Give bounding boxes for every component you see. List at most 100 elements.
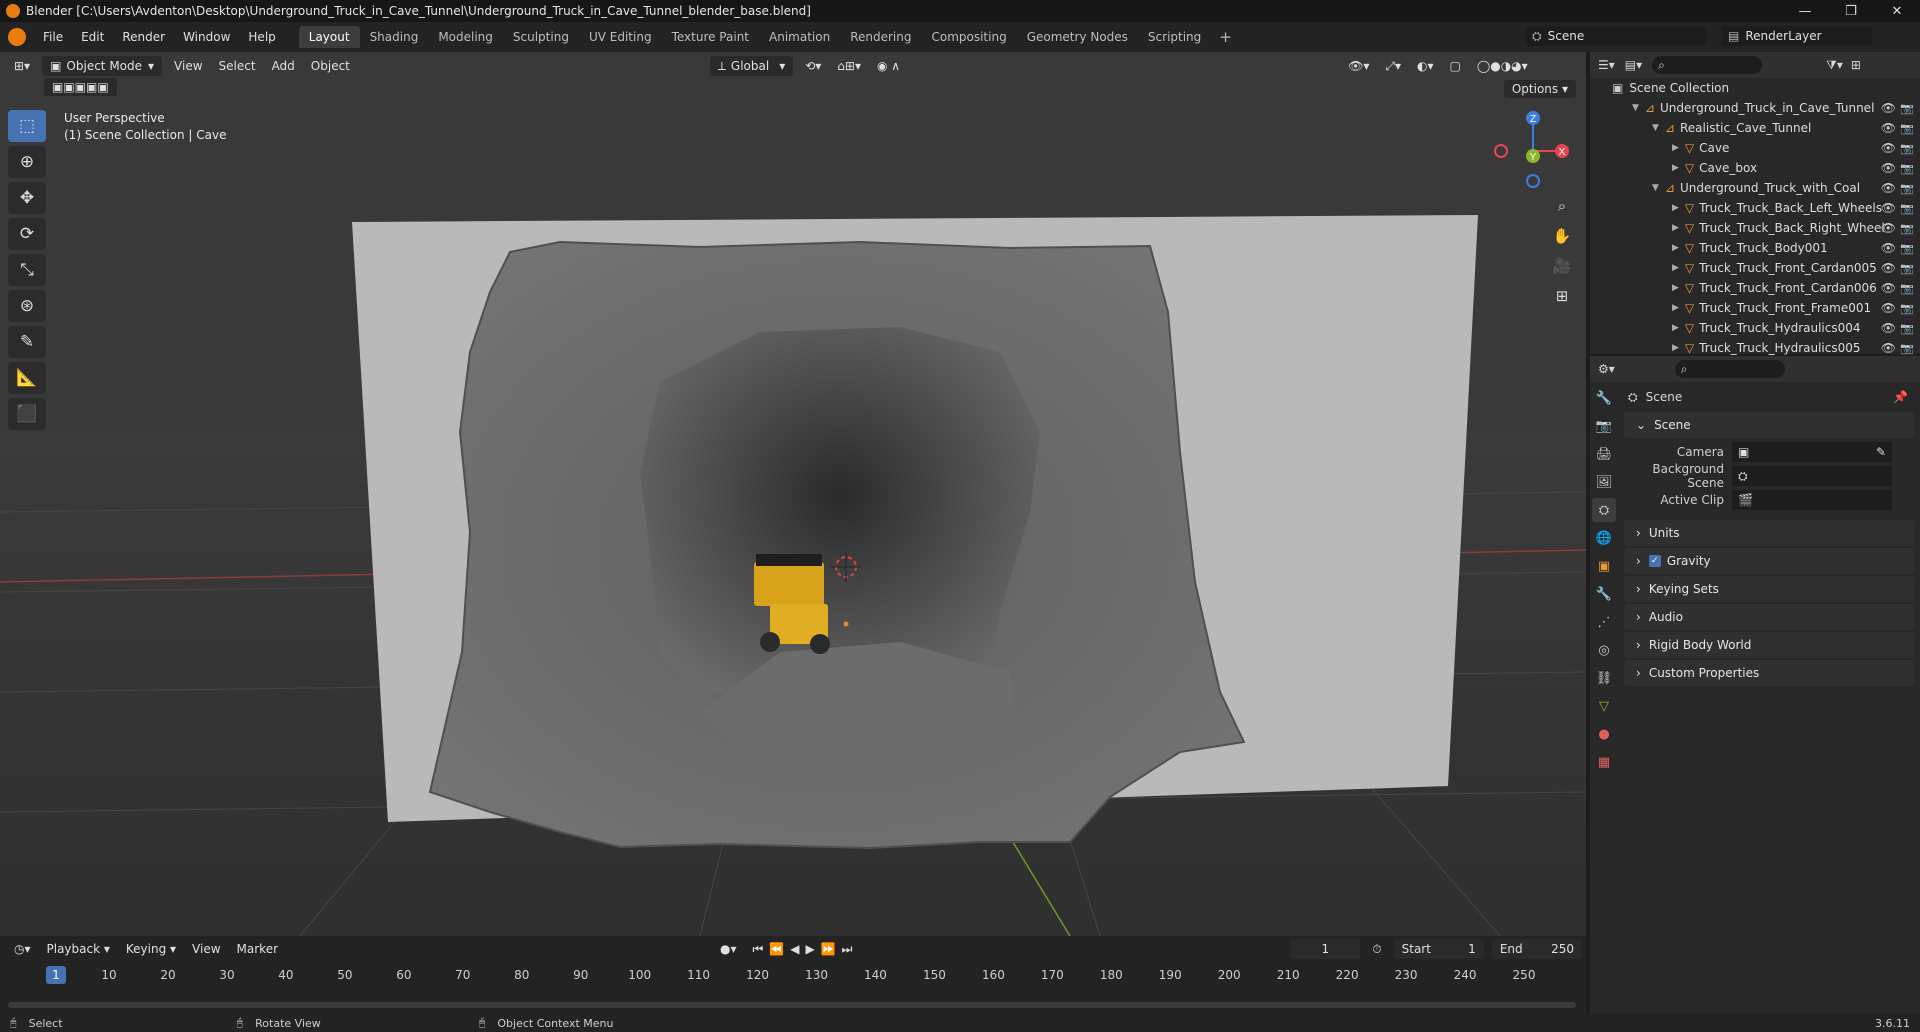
current-frame-field[interactable]: 1	[1290, 939, 1361, 959]
properties-search-input[interactable]: ⌕	[1674, 360, 1785, 378]
render-camera-icon[interactable]: 📷	[1900, 162, 1914, 175]
timeline-ruler[interactable]: 1 10 20 30 40 50 60 70 80 90 100 110 120 130 140 150 160…	[0, 966, 1586, 986]
render-camera-icon[interactable]: 📷	[1900, 322, 1914, 335]
ortho-grid-icon[interactable]: ⊞	[1548, 282, 1576, 310]
transform-tool-icon[interactable]: ⊛	[8, 290, 46, 322]
eye-icon[interactable]: 👁	[1881, 181, 1896, 195]
expand-down-icon[interactable]: ▼	[1652, 183, 1659, 193]
gizmo-neg-z-icon[interactable]	[1526, 174, 1540, 188]
measure-tool-icon[interactable]: 📐	[8, 362, 46, 394]
navigation-gizmo[interactable]: Z X Y	[1488, 106, 1578, 196]
maximize-button[interactable]: ❐	[1828, 0, 1874, 22]
menu-file[interactable]: File	[34, 30, 72, 44]
mode-dropdown[interactable]: ▣ Object Mode ▾	[42, 56, 163, 76]
tool-tab-icon[interactable]: 🔧	[1592, 386, 1616, 410]
menu-object[interactable]: Object	[303, 56, 358, 76]
keying-sets-panel-header[interactable]: › Keying Sets	[1624, 576, 1914, 602]
outliner-editor-type-icon[interactable]: ☰▾	[1598, 58, 1615, 72]
menu-view[interactable]: View	[166, 56, 210, 76]
pivot-point-icon[interactable]: ⟲▾	[797, 56, 829, 76]
menu-edit[interactable]: Edit	[72, 30, 113, 44]
editor-type-icon[interactable]: ⊞▾	[6, 56, 38, 76]
shading-modes-icon[interactable]: ◯●◑◕▾	[1469, 56, 1536, 76]
expand-right-icon[interactable]: ▶	[1672, 323, 1679, 333]
outliner-object-row[interactable]: ▶ ▽ Truck_Truck_Hydraulics005 👁 📷	[1590, 338, 1920, 358]
scale-tool-icon[interactable]: ⤡	[8, 254, 46, 286]
move-tool-icon[interactable]: ✥	[8, 182, 46, 214]
outliner-collection-row[interactable]: ▼ ⊿ Underground_Truck_with_Coal 👁 📷	[1590, 178, 1920, 198]
expand-right-icon[interactable]: ▶	[1672, 223, 1679, 233]
object-tab-icon[interactable]: ▣	[1592, 554, 1616, 578]
eye-icon[interactable]: 👁	[1881, 101, 1896, 115]
eye-icon[interactable]: 👁	[1881, 121, 1896, 135]
expand-right-icon[interactable]: ▶	[1672, 303, 1679, 313]
active-clip-field[interactable]: 🎬	[1732, 490, 1892, 510]
outliner-object-row[interactable]: ▶ ▽ Cave 👁 📷	[1590, 138, 1920, 158]
end-frame-field[interactable]: End 250	[1491, 939, 1582, 959]
proportional-edit-icon[interactable]: ◉ ∧	[869, 56, 908, 76]
render-camera-icon[interactable]: 📷	[1900, 342, 1914, 355]
render-tab-icon[interactable]: 📷	[1592, 414, 1616, 438]
outliner-object-row[interactable]: ▶ ▽ Truck_Truck_Back_Right_Wheel 👁 📷	[1590, 218, 1920, 238]
eye-icon[interactable]: 👁	[1881, 161, 1896, 175]
tab-sculpting[interactable]: Sculpting	[503, 26, 579, 48]
tab-modeling[interactable]: Modeling	[428, 26, 503, 48]
menu-playback[interactable]: Playback ▾	[39, 939, 118, 959]
record-icon[interactable]: ●▾	[712, 939, 745, 959]
snap-icon[interactable]: ⌂⊞▾	[829, 56, 869, 76]
menu-add[interactable]: Add	[264, 56, 303, 76]
render-camera-icon[interactable]: 📷	[1900, 242, 1914, 255]
camera-field[interactable]: ▣ ✎	[1732, 442, 1892, 462]
playback-controls-icon[interactable]: ⏮⏪◀▶⏩⏭	[745, 939, 867, 959]
outliner-search-input[interactable]: ⌕	[1652, 56, 1763, 74]
render-camera-icon[interactable]: 📷	[1900, 282, 1914, 295]
camera-view-icon[interactable]: 🎥	[1548, 252, 1576, 280]
expand-right-icon[interactable]: ▶	[1672, 143, 1679, 153]
xray-icon[interactable]: ▢	[1441, 56, 1468, 76]
eye-icon[interactable]: 👁	[1881, 321, 1896, 335]
timeline-editor-type-icon[interactable]: ◷▾	[6, 939, 39, 959]
start-frame-field[interactable]: Start 1	[1393, 939, 1484, 959]
tab-rendering[interactable]: Rendering	[840, 26, 921, 48]
render-layer-selector[interactable]: ▤ RenderLayer	[1722, 26, 1872, 46]
truck-model[interactable]	[754, 554, 830, 654]
scene-selector[interactable]: ⛭ Scene	[1526, 26, 1706, 46]
outliner-object-row[interactable]: ▶ ▽ Truck_Truck_Front_Frame001 👁 📷	[1590, 298, 1920, 318]
render-camera-icon[interactable]: 📷	[1900, 302, 1914, 315]
audio-panel-header[interactable]: › Audio	[1624, 604, 1914, 630]
eyedropper-icon[interactable]: ✎	[1876, 445, 1886, 459]
render-camera-icon[interactable]: 📷	[1900, 262, 1914, 275]
expand-right-icon[interactable]: ▶	[1672, 203, 1679, 213]
particles-tab-icon[interactable]: ⋰	[1592, 610, 1616, 634]
tab-geometry-nodes[interactable]: Geometry Nodes	[1017, 26, 1138, 48]
menu-window[interactable]: Window	[174, 30, 239, 44]
tab-layout[interactable]: Layout	[298, 26, 360, 48]
zoom-icon[interactable]: ⌕	[1548, 192, 1576, 220]
filter-icon[interactable]: ⧩▾	[1826, 58, 1843, 73]
options-dropdown[interactable]: Options ▾	[1503, 80, 1576, 98]
menu-select[interactable]: Select	[211, 56, 264, 76]
overlay-toggle-icon[interactable]: ◐▾	[1409, 56, 1442, 76]
gizmo-toggle-icon[interactable]: ⤢▾	[1377, 56, 1409, 76]
outliner-object-row[interactable]: ▶ ▽ Truck_Truck_Body001 👁 📷	[1590, 238, 1920, 258]
expand-right-icon[interactable]: ▶	[1672, 283, 1679, 293]
custom-properties-panel-header[interactable]: › Custom Properties	[1624, 660, 1914, 686]
eye-icon[interactable]: 👁	[1881, 141, 1896, 155]
expand-right-icon[interactable]: ▶	[1672, 343, 1679, 353]
transform-orientation-dropdown[interactable]: ⟂ Global ▾	[709, 56, 794, 76]
render-camera-icon[interactable]: 📷	[1900, 182, 1914, 195]
tab-texture-paint[interactable]: Texture Paint	[662, 26, 759, 48]
expand-right-icon[interactable]: ▶	[1672, 243, 1679, 253]
expand-down-icon[interactable]: ▼	[1652, 123, 1659, 133]
annotate-tool-icon[interactable]: ✎	[8, 326, 46, 358]
outliner-object-row[interactable]: ▶ ▽ Cave_box 👁 📷	[1590, 158, 1920, 178]
world-tab-icon[interactable]: 🌐	[1592, 526, 1616, 550]
close-button[interactable]: ✕	[1874, 0, 1920, 22]
scene-tab-icon[interactable]: ⛭	[1592, 498, 1616, 522]
background-scene-field[interactable]: ⛭	[1732, 466, 1892, 486]
outliner-root[interactable]: ▣ Scene Collection	[1590, 78, 1920, 98]
eye-icon[interactable]: 👁	[1881, 241, 1896, 255]
rigid-body-world-panel-header[interactable]: › Rigid Body World	[1624, 632, 1914, 658]
pin-icon[interactable]: 📌	[1893, 390, 1908, 404]
data-tab-icon[interactable]: ▽	[1592, 694, 1616, 718]
